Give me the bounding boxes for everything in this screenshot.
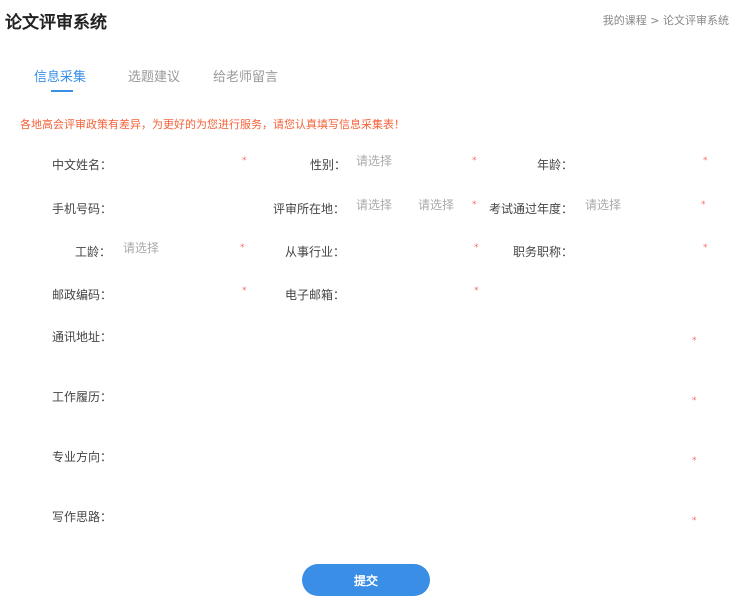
- idea-label: 写作思路：: [52, 510, 113, 524]
- phone-label: 手机号码：: [52, 202, 113, 216]
- industry-input[interactable]: [350, 239, 472, 261]
- phone-input[interactable]: [108, 196, 262, 218]
- required-mark: *: [692, 456, 697, 466]
- major-label: 专业方向：: [52, 450, 113, 464]
- required-mark: *: [242, 156, 247, 166]
- active-tab-indicator: [51, 90, 73, 92]
- city-select[interactable]: 请选择: [418, 196, 468, 213]
- email-label: 电子邮箱：: [285, 288, 346, 302]
- required-mark: *: [703, 243, 708, 253]
- required-mark: *: [474, 243, 479, 253]
- gender-label: 性别：: [310, 158, 347, 172]
- required-mark: *: [701, 200, 706, 210]
- required-mark: *: [692, 516, 697, 526]
- region-label: 评审所在地：: [273, 202, 346, 216]
- major-textarea[interactable]: [108, 444, 687, 488]
- resume-textarea[interactable]: [108, 384, 687, 428]
- tab-message-teacher[interactable]: 给老师留言: [213, 66, 278, 85]
- province-select[interactable]: 请选择: [356, 196, 411, 213]
- tab-topic-suggestion[interactable]: 选题建议: [128, 66, 180, 85]
- position-label: 职务职称：: [513, 245, 574, 259]
- page-title: 论文评审系统: [5, 13, 107, 33]
- gender-select[interactable]: 请选择: [356, 152, 466, 169]
- name-label: 中文姓名：: [52, 158, 113, 172]
- age-label: 年龄：: [537, 158, 574, 172]
- required-mark: *: [240, 243, 245, 253]
- required-mark: *: [474, 286, 479, 296]
- tab-info-collection[interactable]: 信息采集: [34, 66, 86, 85]
- required-mark: *: [472, 156, 477, 166]
- breadcrumb[interactable]: 我的课程 > 论文评审系统: [603, 12, 729, 28]
- exam-year-select[interactable]: 请选择: [585, 196, 695, 213]
- idea-textarea[interactable]: [108, 504, 687, 548]
- required-mark: *: [703, 156, 708, 166]
- notice-text: 各地高会评审政策有差异，为更好的为您进行服务，请您认真填写信息采集表！: [20, 118, 405, 131]
- email-input[interactable]: [350, 282, 472, 304]
- address-label: 通讯地址：: [52, 330, 113, 344]
- address-textarea[interactable]: [108, 324, 687, 368]
- required-mark: *: [692, 396, 697, 406]
- postcode-input[interactable]: [108, 282, 242, 304]
- resume-label: 工作履历：: [52, 390, 113, 404]
- submit-button[interactable]: 提交: [302, 564, 430, 596]
- exam-year-label: 考试通过年度：: [489, 202, 574, 216]
- name-input[interactable]: [108, 152, 242, 174]
- required-mark: *: [472, 200, 477, 210]
- required-mark: *: [242, 286, 247, 296]
- required-mark: *: [692, 336, 697, 346]
- work-years-select[interactable]: 请选择: [123, 239, 233, 256]
- work-years-label: 工龄：: [75, 245, 112, 259]
- position-input[interactable]: [575, 239, 699, 261]
- age-input[interactable]: [575, 152, 699, 174]
- postcode-label: 邮政编码：: [52, 288, 113, 302]
- industry-label: 从事行业：: [285, 245, 346, 259]
